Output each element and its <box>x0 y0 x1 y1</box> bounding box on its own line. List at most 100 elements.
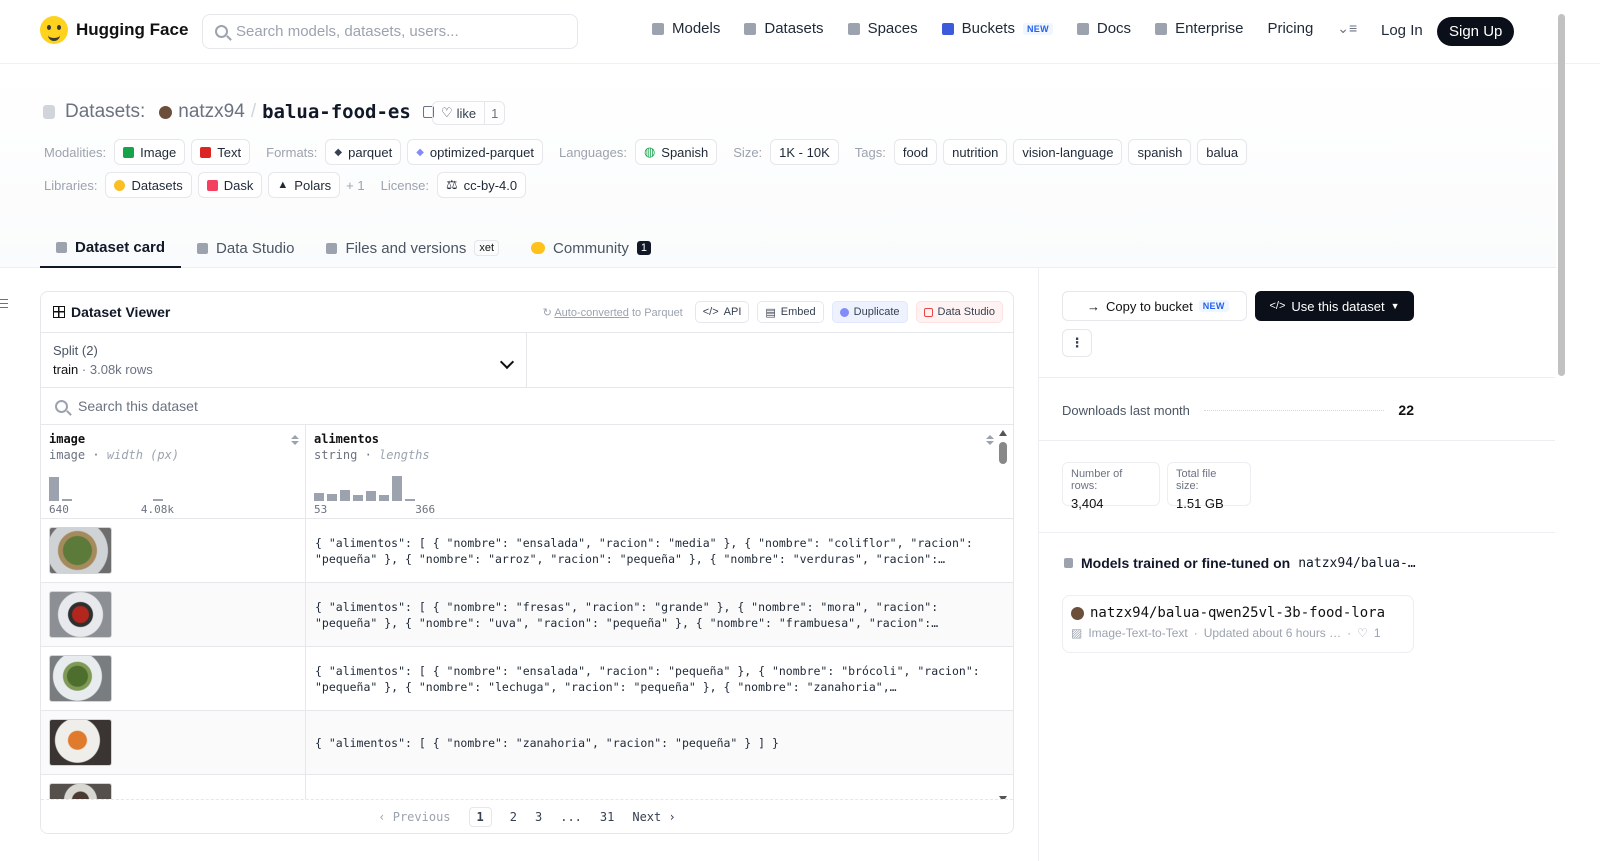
table-header: image image · width (px) 640 4.08k alimen… <box>41 425 1013 519</box>
model-task: Image-Text-to-Text <box>1088 626 1188 640</box>
nav-datasets[interactable]: Datasets <box>744 20 824 37</box>
tag-format-optimized-parquet[interactable]: ◆ optimized-parquet <box>407 139 543 165</box>
api-label: API <box>723 306 742 318</box>
model-name[interactable]: natzx94/balua-qwen25vl-3b-food-lora <box>1090 605 1385 621</box>
breadcrumb-section[interactable]: Datasets: <box>65 101 145 123</box>
api-button[interactable]: </> API <box>694 301 750 323</box>
histogram-range: 53 366 <box>314 503 435 516</box>
copy-to-bucket-button[interactable]: → Copy to bucket NEW <box>1062 291 1247 321</box>
dataset-search-input[interactable]: Search this dataset <box>41 388 1013 425</box>
duplicate-button[interactable]: Duplicate <box>831 301 908 323</box>
more-menu-icon[interactable]: ⌄≡ <box>1337 20 1357 37</box>
tag-license[interactable]: ⚖ cc-by-4.0 <box>437 172 527 198</box>
table-row[interactable]: { "alimentos": [ { "nombre": "ensalada",… <box>41 647 1013 711</box>
tag-nutrition[interactable]: nutrition <box>943 139 1008 165</box>
brand-home-link[interactable]: Hugging Face <box>40 16 188 44</box>
signup-button[interactable]: Sign Up <box>1437 17 1515 46</box>
histogram-bar <box>340 490 350 501</box>
tag-vision-language[interactable]: vision-language <box>1013 139 1123 165</box>
globe-icon: ◍ <box>643 144 656 159</box>
breadcrumb: Datasets: natzx94 / balua-food-es <box>43 101 434 123</box>
models-title-repo[interactable]: natzx94/balua-… <box>1298 556 1415 571</box>
histogram-bar <box>153 499 163 501</box>
tag-library-polars[interactable]: ▲ Polars <box>268 172 341 198</box>
pagination-previous[interactable]: ‹ Previous <box>378 810 450 824</box>
tag-library-dask[interactable]: Dask <box>197 172 263 198</box>
page-scroll-thumb[interactable] <box>1558 14 1565 376</box>
table-row[interactable]: { "alimentos": [ { "nombre": "ensalada",… <box>41 519 1013 583</box>
nav-spaces[interactable]: Spaces <box>847 20 918 37</box>
model-name-row: natzx94/balua-qwen25vl-3b-food-lora <box>1071 605 1405 621</box>
nav-pricing[interactable]: Pricing <box>1267 20 1313 37</box>
food-image-thumbnail[interactable] <box>49 655 112 702</box>
food-image-thumbnail[interactable] <box>49 719 112 766</box>
page-1[interactable]: 1 <box>468 806 492 827</box>
tag-language-spanish[interactable]: ◍ Spanish <box>634 139 718 165</box>
tag-modality-text[interactable]: Text <box>191 139 251 165</box>
split-selector[interactable]: Split (2) train · 3.08k rows <box>41 333 527 388</box>
table-row[interactable]: { "alimentos": [ { "nombre": "zanahoria"… <box>41 711 1013 775</box>
breadcrumb-user[interactable]: natzx94 <box>178 101 245 123</box>
page-2[interactable]: 2 <box>510 810 517 824</box>
community-count: 1 <box>636 241 651 255</box>
scroll-up-icon[interactable] <box>999 430 1007 436</box>
column-header-alimentos[interactable]: alimentos string · lengths 53 366 <box>306 425 1000 519</box>
nav-models[interactable]: Models <box>652 20 720 37</box>
repo-name[interactable]: balua-food-es <box>262 101 411 123</box>
sort-icon[interactable] <box>291 435 299 445</box>
page-3[interactable]: 3 <box>535 810 542 824</box>
community-icon <box>531 242 546 254</box>
viewer-actions: ↻ Auto-converted to Parquet </> API ▤ Embe… <box>543 301 1003 323</box>
column-header-image[interactable]: image image · width (px) 640 4.08k <box>41 425 306 519</box>
histogram-bar <box>49 477 59 501</box>
like-label: like <box>456 105 477 121</box>
tag-format-parquet[interactable]: ◆ parquet <box>325 139 402 165</box>
scroll-thumb[interactable] <box>999 442 1007 464</box>
page-31[interactable]: 31 <box>600 810 614 824</box>
tag-spanish[interactable]: spanish <box>1128 139 1192 165</box>
sort-icon[interactable] <box>986 435 994 445</box>
pagination-next[interactable]: Next › <box>632 810 675 824</box>
libraries-more[interactable]: + 1 <box>346 178 364 193</box>
column-histogram <box>314 471 415 501</box>
tag-text: cc-by-4.0 <box>463 177 518 193</box>
nav-docs[interactable]: Docs <box>1076 20 1131 37</box>
nav-enterprise-label: Enterprise <box>1175 20 1244 37</box>
tab-community[interactable]: Community 1 <box>515 228 667 268</box>
model-card[interactable]: natzx94/balua-qwen25vl-3b-food-lora ▨ Im… <box>1062 595 1414 653</box>
auto-converted-link[interactable]: Auto-converted <box>554 307 629 319</box>
data-studio-button[interactable]: Data Studio <box>915 301 1003 323</box>
hugging-face-logo-icon <box>40 16 68 44</box>
tag-size[interactable]: 1K - 10K <box>770 139 839 165</box>
tag-balua[interactable]: balua <box>1197 139 1248 165</box>
tab-data-studio[interactable]: Data Studio <box>181 228 310 268</box>
table-scrollbar[interactable] <box>999 430 1007 802</box>
like-toggle[interactable]: ♡ like <box>433 102 486 124</box>
tag-food[interactable]: food <box>893 139 938 165</box>
more-options-button[interactable]: ⋮ <box>1062 329 1092 357</box>
embed-button[interactable]: ▤ Embed <box>757 301 824 323</box>
tag-modality-image[interactable]: Image <box>114 139 186 165</box>
nav-buckets[interactable]: Buckets NEW <box>941 20 1053 37</box>
sidebar-toggle-icon[interactable] <box>0 299 8 308</box>
page-scrollbar[interactable] <box>1556 0 1568 861</box>
tab-label: Data Studio <box>216 239 295 257</box>
table-row[interactable]: { "alimentos": [ { "nombre": "fresas", "… <box>41 583 1013 647</box>
refresh-icon: ↻ <box>542 306 552 319</box>
metadata-row-1: Modalities: Image Text Formats: ◆ parquet… <box>44 139 1248 165</box>
food-image-thumbnail[interactable] <box>49 527 112 574</box>
tag-library-datasets[interactable]: Datasets <box>105 172 192 198</box>
tab-files-and-versions[interactable]: Files and versions xet <box>310 228 515 268</box>
duplicate-icon <box>839 307 849 317</box>
histogram-bar <box>392 476 402 501</box>
use-this-dataset-button[interactable]: </> Use this dataset ▼ <box>1255 291 1414 321</box>
size-label: Total file size: <box>1176 468 1217 492</box>
nav-enterprise[interactable]: Enterprise <box>1155 20 1243 37</box>
copy-to-bucket-label: Copy to bucket <box>1106 298 1193 314</box>
like-button[interactable]: ♡ like 1 <box>432 101 506 125</box>
global-search-input[interactable]: Search models, datasets, users... <box>202 14 578 49</box>
tab-dataset-card[interactable]: Dataset card <box>40 228 182 268</box>
food-image-thumbnail[interactable] <box>49 591 112 638</box>
auto-converted-note: ↻ Auto-converted to Parquet <box>543 306 683 319</box>
login-link[interactable]: Log In <box>1381 22 1423 39</box>
